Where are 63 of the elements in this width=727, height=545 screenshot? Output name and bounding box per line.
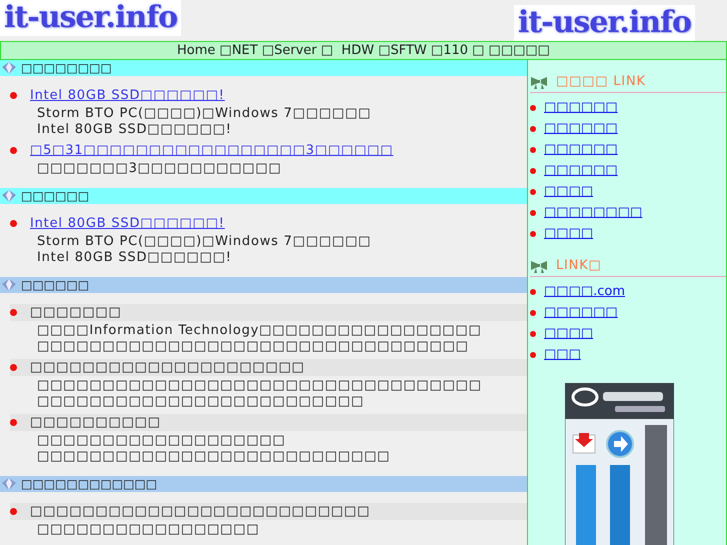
sidebar-link[interactable]: □□□□□□ [544, 304, 618, 320]
sidebar-heading: □□□□ LINK [556, 74, 646, 90]
description-line: Storm BTO PC(□□□□)□Windows 7□□□□□□ [37, 234, 372, 250]
bullet-icon [10, 147, 17, 154]
ribbon-icon [531, 76, 547, 88]
bullet-icon [530, 104, 536, 110]
site-logo[interactable]: it-user.info [0, 0, 182, 36]
diamond-icon [2, 190, 16, 202]
bullet-icon [530, 230, 536, 236]
sidebar-link[interactable]: □□□□ [544, 326, 594, 342]
topic-title: □□□□□□□□□□□□□□□□□□□□□□□□□□ [30, 504, 370, 520]
sidebar-link[interactable]: □□□□ [544, 226, 594, 242]
bullet-icon [530, 310, 536, 316]
description-line: □□□□□□□□□□□□□□□□□□□□□□□□□□□□□□□□□ [37, 339, 470, 355]
description-line: □□□□□□□□□□□□□□□□□□□□□□□□□□□ [37, 449, 392, 465]
description-line: □□□□□□□□□□□□□□□□□□□ [37, 433, 287, 449]
sidebar-link[interactable]: □□□ [544, 346, 581, 362]
ribbon-icon [531, 260, 547, 272]
site-logo[interactable]: it-user.info [514, 5, 695, 41]
topic-title: □□□□□□□ [30, 304, 122, 320]
nav-bar[interactable]: Home □NET □Server □ HDW □SFTW □110 □ □□□□□ [0, 41, 727, 60]
description-line: □□□□□□□□□□□□□□□□□□□□□□□□□ [37, 394, 366, 410]
sidebar-link[interactable]: □□□□.com [544, 284, 626, 300]
sidebar-link[interactable]: □□□□□□□□ [544, 204, 642, 220]
bullet-icon [530, 168, 536, 174]
description-line: □□□□□□□□□□□□□□□□□ [37, 522, 260, 538]
bullet-icon [530, 352, 536, 358]
bullet-icon [10, 419, 17, 426]
bullet-icon [530, 330, 536, 336]
description-line: □□□□□□□□□□□□□□□□□□□□□□□□□□□□□□□□□□ [37, 378, 483, 394]
bullet-icon [530, 210, 536, 216]
bullet-icon [530, 146, 536, 152]
bullet-icon [10, 92, 17, 99]
bullet-icon [10, 508, 17, 515]
diamond-icon [2, 279, 16, 291]
diamond-icon [2, 478, 16, 490]
diamond-icon [2, 62, 16, 74]
topic-title: □□□□□□□□□□ [30, 414, 161, 430]
description-line: □□□□Information Technology□□□□□□□□□□□□□□□□□ [37, 323, 483, 339]
section-title: □□□□□□ [21, 278, 90, 292]
sidebar-link[interactable]: □□□□□□ [544, 120, 618, 136]
bullet-icon [530, 288, 536, 294]
description-line: Intel 80GB SSD□□□□□□! [37, 250, 233, 266]
sidebar-link[interactable]: □□□□□□ [544, 100, 618, 116]
sidebar-heading: LINK□ [556, 258, 602, 274]
section-title: □□□□□□ [21, 189, 90, 203]
topic-title: □□□□□□□□□□□□□□□□□□□□□ [30, 360, 305, 376]
bullet-icon [10, 309, 17, 316]
news-link[interactable]: □5□31□□□□□□□□□□□□□□□□□3□□□□□□ [30, 142, 394, 158]
section-title: □□□□□□□□ [21, 61, 112, 75]
description-line: □□□□□□□3□□□□□□□□□□□ [37, 161, 283, 177]
sidebar-link[interactable]: □□□□□□ [544, 162, 618, 178]
description-line: Intel 80GB SSD□□□□□□! [37, 122, 233, 138]
bullet-icon [10, 364, 17, 371]
sidebar-link[interactable]: □□□□□□ [544, 142, 618, 158]
news-link[interactable]: Intel 80GB SSD□□□□□□! [30, 88, 225, 104]
bullet-icon [530, 188, 536, 194]
section-title: □□□□□□□□□□□□ [21, 477, 158, 491]
bullet-icon [530, 126, 536, 132]
bullet-icon [10, 220, 17, 227]
news-link[interactable]: Intel 80GB SSD□□□□□□! [30, 216, 225, 232]
sidebar-link[interactable]: □□□□ [544, 184, 594, 200]
description-line: Storm BTO PC(□□□□)□Windows 7□□□□□□ [37, 106, 372, 122]
